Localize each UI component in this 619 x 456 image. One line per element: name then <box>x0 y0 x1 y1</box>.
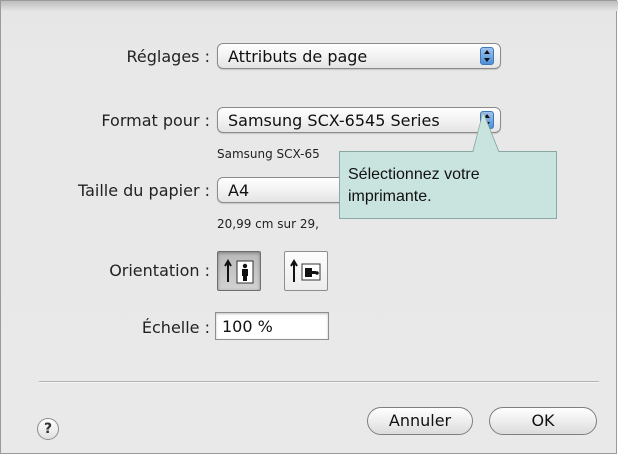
tooltip-line-1: Sélectionnez votre <box>348 166 480 183</box>
landscape-orientation-icon <box>290 259 321 282</box>
popup-arrows-icon <box>480 47 494 65</box>
scale-label: Échelle : <box>141 318 210 337</box>
paper-size-label: Taille du papier : <box>77 181 210 200</box>
separator <box>39 381 599 383</box>
format-for-label: Format pour : <box>101 111 210 130</box>
cancel-button[interactable]: Annuler <box>367 407 473 435</box>
help-button[interactable]: ? <box>37 418 59 440</box>
ok-button[interactable]: OK <box>489 407 597 435</box>
settings-label: Réglages : <box>126 47 210 66</box>
scale-field[interactable] <box>215 312 329 340</box>
format-for-detail: Samsung SCX-65 <box>217 147 320 161</box>
paper-size-popup-value: A4 <box>228 181 250 200</box>
scale-input[interactable] <box>216 313 328 339</box>
orientation-landscape-button[interactable] <box>284 251 328 291</box>
format-for-popup[interactable]: Samsung SCX-6545 Series <box>217 107 501 133</box>
tooltip-pointer <box>473 113 499 153</box>
settings-popup-value: Attributs de page <box>228 47 368 66</box>
orientation-portrait-button[interactable] <box>217 251 261 291</box>
paper-size-detail: 20,99 cm sur 29, <box>217 217 319 231</box>
page-setup-dialog: Réglages : Attributs de page Format pour… <box>0 0 618 454</box>
orientation-label: Orientation : <box>109 261 210 280</box>
dialog-top-edge <box>1 1 618 11</box>
tooltip-line-2: imprimante. <box>348 188 432 205</box>
settings-popup[interactable]: Attributs de page <box>217 43 501 69</box>
portrait-orientation-icon <box>224 259 254 284</box>
format-for-popup-value: Samsung SCX-6545 Series <box>228 111 440 130</box>
tooltip-callout: Sélectionnez votre imprimante. <box>339 151 557 219</box>
